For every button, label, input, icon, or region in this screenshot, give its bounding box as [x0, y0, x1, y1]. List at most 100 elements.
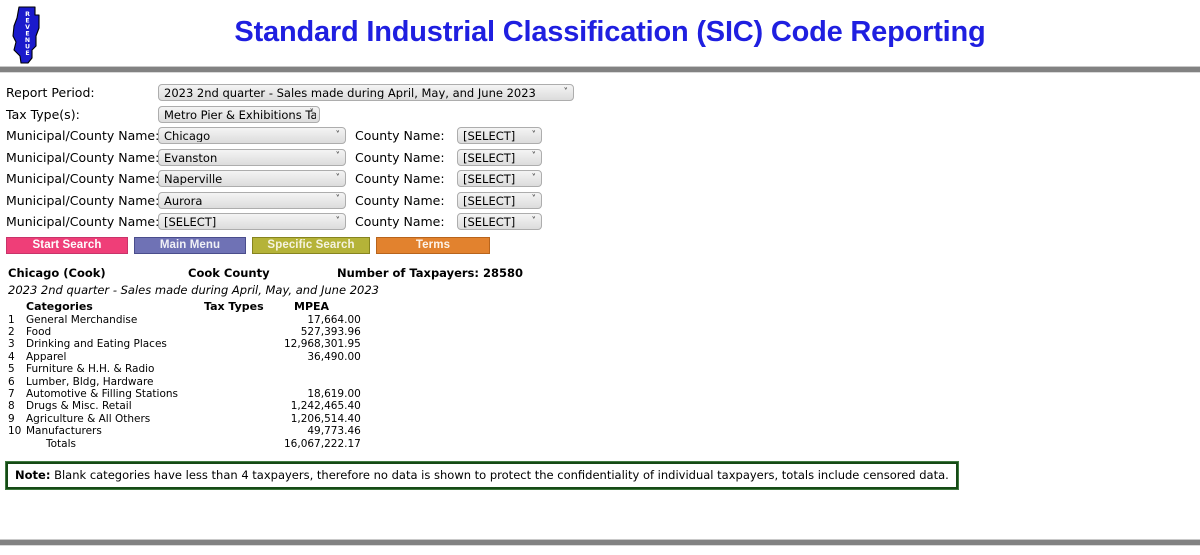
- municipal-label-3: Municipal/County Name:: [6, 171, 160, 187]
- county-label-3: County Name:: [355, 171, 445, 187]
- row-tax-types: [196, 363, 284, 375]
- column-header-tax-types: Tax Types: [204, 299, 264, 313]
- results-location: Chicago (Cook): [8, 265, 106, 280]
- row-mpea: 1,206,514.40: [290, 412, 361, 425]
- county-select-wrap-5[interactable]: [SELECT] ˅: [457, 213, 542, 231]
- footer-divider-bar: [0, 539, 1200, 546]
- municipal-select-wrap-1[interactable]: Chicago ˅: [158, 127, 346, 145]
- tax-type-select[interactable]: Metro Pier & Exhibitions Tax: [158, 105, 320, 123]
- row-number: 1: [8, 313, 15, 326]
- row-mpea: 18,619.00: [307, 387, 361, 400]
- terms-button[interactable]: Terms: [376, 236, 490, 254]
- note-text: Blank categories have less than 4 taxpay…: [50, 467, 949, 482]
- table-totals-row: Totals 16,067,222.17: [8, 438, 361, 450]
- county-label-4: County Name:: [355, 192, 445, 208]
- county-select-wrap-2[interactable]: [SELECT] ˅: [457, 148, 542, 166]
- totals-mpea: 16,067,222.17: [284, 437, 361, 450]
- row-number: 8: [8, 400, 15, 413]
- row-tax-types: [196, 400, 284, 412]
- report-period-select-wrap[interactable]: 2023 2nd quarter - Sales made during Apr…: [158, 84, 574, 102]
- sic-results-table: Categories Tax Types MPEA 1 General Merc…: [8, 300, 361, 450]
- start-search-button[interactable]: Start Search: [6, 236, 128, 254]
- main-menu-button[interactable]: Main Menu: [134, 236, 246, 254]
- municipal-select-3[interactable]: Naperville: [158, 170, 346, 188]
- row-category: Manufacturers: [26, 425, 102, 438]
- row-number: 3: [8, 338, 15, 351]
- row-tax-types: [196, 314, 284, 326]
- results-section: Chicago (Cook) Cook County Number of Tax…: [0, 254, 1200, 450]
- results-county: Cook County: [188, 265, 270, 280]
- municipal-county-row-5: Municipal/County Name: [SELECT] ˅ County…: [6, 211, 1200, 233]
- row-category: General Merchandise: [26, 313, 138, 326]
- results-header-row: Chicago (Cook) Cook County Number of Tax…: [8, 266, 1200, 281]
- results-period: 2023 2nd quarter - Sales made during Apr…: [8, 282, 379, 297]
- table-row: 5 Furniture & H.H. & Radio: [8, 363, 361, 375]
- row-number: 7: [8, 387, 15, 400]
- row-mpea: 49,773.46: [307, 425, 361, 438]
- row-category: Apparel: [26, 350, 67, 363]
- municipal-label-4: Municipal/County Name:: [6, 192, 160, 208]
- report-period-select[interactable]: 2023 2nd quarter - Sales made during Apr…: [158, 84, 574, 102]
- row-mpea: 12,968,301.95: [284, 338, 361, 351]
- municipal-label-1: Municipal/County Name:: [6, 128, 160, 144]
- county-select-3[interactable]: [SELECT]: [457, 170, 542, 188]
- county-label-1: County Name:: [355, 128, 445, 144]
- municipal-select-wrap-4[interactable]: Aurora ˅: [158, 191, 346, 209]
- municipal-select-wrap-5[interactable]: [SELECT] ˅: [158, 213, 346, 231]
- row-category: Food: [26, 325, 52, 338]
- row-mpea: 17,664.00: [307, 313, 361, 326]
- municipal-select-wrap-2[interactable]: Evanston ˅: [158, 148, 346, 166]
- county-select-2[interactable]: [SELECT]: [457, 148, 542, 166]
- row-tax-types: [196, 425, 284, 437]
- totals-spacer: [8, 438, 26, 450]
- row-tax-types: [196, 351, 284, 363]
- report-period-row: Report Period: 2023 2nd quarter - Sales …: [6, 82, 1200, 104]
- svg-text:E: E: [25, 50, 29, 57]
- tax-type-label: Tax Type(s):: [6, 106, 80, 122]
- county-select-wrap-3[interactable]: [SELECT] ˅: [457, 170, 542, 188]
- municipal-select-wrap-3[interactable]: Naperville ˅: [158, 170, 346, 188]
- table-row: 3 Drinking and Eating Places 12,968,301.…: [8, 338, 361, 350]
- municipal-select-4[interactable]: Aurora: [158, 191, 346, 209]
- confidentiality-note: Note: Blank categories have less than 4 …: [5, 460, 959, 490]
- municipal-select-2[interactable]: Evanston: [158, 148, 346, 166]
- row-mpea: [284, 363, 361, 375]
- municipal-label-5: Municipal/County Name:: [6, 214, 160, 230]
- row-number: 6: [8, 375, 15, 388]
- report-period-label: Report Period:: [6, 85, 95, 101]
- results-taxpayer-count: Number of Taxpayers: 28580: [337, 265, 524, 280]
- county-select-wrap-1[interactable]: [SELECT] ˅: [457, 127, 542, 145]
- table-row: 10 Manufacturers 49,773.46: [8, 425, 361, 437]
- row-number: 4: [8, 350, 15, 363]
- municipal-label-2: Municipal/County Name:: [6, 149, 160, 165]
- municipal-select-1[interactable]: Chicago: [158, 127, 346, 145]
- tax-type-row: Tax Type(s): Metro Pier & Exhibitions Ta…: [6, 104, 1200, 126]
- column-header-categories: Categories: [26, 299, 93, 313]
- totals-tax-types: [196, 438, 284, 450]
- row-tax-types: [196, 388, 284, 400]
- county-select-1[interactable]: [SELECT]: [457, 127, 542, 145]
- county-select-wrap-4[interactable]: [SELECT] ˅: [457, 191, 542, 209]
- row-category: Drugs & Misc. Retail: [26, 400, 132, 413]
- column-header-mpea: MPEA: [294, 299, 330, 313]
- table-row: 9 Agriculture & All Others 1,206,514.40: [8, 413, 361, 425]
- row-category: Automotive & Filling Stations: [26, 387, 179, 400]
- row-mpea: 36,490.00: [307, 350, 361, 363]
- table-row: 1 General Merchandise 17,664.00: [8, 314, 361, 326]
- county-label-2: County Name:: [355, 149, 445, 165]
- tax-type-select-wrap[interactable]: Metro Pier & Exhibitions Tax ˅: [158, 105, 320, 123]
- county-select-5[interactable]: [SELECT]: [457, 213, 542, 231]
- municipal-county-row-3: Municipal/County Name: Naperville ˅ Coun…: [6, 168, 1200, 190]
- row-tax-types: [196, 413, 284, 425]
- table-row: 7 Automotive & Filling Stations 18,619.0…: [8, 388, 361, 400]
- county-select-4[interactable]: [SELECT]: [457, 191, 542, 209]
- municipal-select-5[interactable]: [SELECT]: [158, 213, 346, 231]
- specific-search-button[interactable]: Specific Search: [252, 236, 370, 254]
- row-number: 2: [8, 325, 15, 338]
- table-row: 2 Food 527,393.96: [8, 326, 361, 338]
- row-tax-types: [196, 338, 284, 350]
- county-label-5: County Name:: [355, 214, 445, 230]
- column-header-spacer: [8, 300, 26, 314]
- search-form: Report Period: 2023 2nd quarter - Sales …: [0, 73, 1200, 233]
- footer-divider-wrap: [0, 539, 1200, 546]
